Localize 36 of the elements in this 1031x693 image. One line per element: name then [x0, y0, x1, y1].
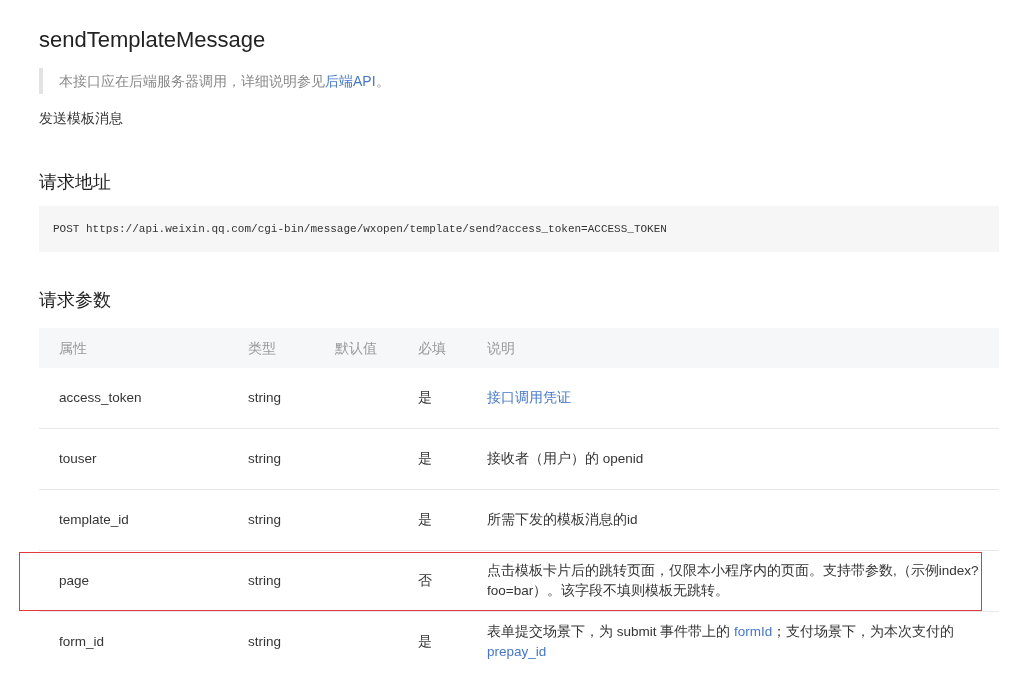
note-text: 。: [375, 73, 390, 89]
column-header: 类型: [247, 339, 276, 358]
link[interactable]: 接口调用凭证: [487, 390, 571, 405]
table-cell-text: 是: [417, 450, 432, 468]
column-header: 默认值: [334, 339, 377, 358]
table-cell-text: 是: [417, 389, 432, 407]
section-heading: 请求参数: [39, 289, 111, 312]
table-cell-text: 是: [417, 633, 432, 651]
description-text: ；支付场景下，为本次支付的: [772, 624, 955, 639]
table-cell-text: string: [247, 450, 281, 468]
table-cell-text: access_token: [58, 389, 142, 407]
column-header: 属性: [58, 339, 87, 358]
summary-text: 发送模板消息: [39, 109, 123, 128]
column-header: 说明: [486, 339, 515, 358]
note-text: 本接口应在后端服务器调用，详细说明参见: [59, 73, 325, 89]
table-cell-text: string: [247, 633, 281, 651]
table-cell-text: string: [247, 389, 281, 407]
description-text: 接收者（用户）的 openid: [487, 451, 644, 466]
description-text: 所需下发的模板消息的id: [487, 512, 638, 527]
link[interactable]: 后端API: [325, 73, 376, 89]
table-cell-text: template_id: [58, 511, 129, 529]
column-header: 必填: [417, 339, 446, 358]
table-cell-text: string: [247, 511, 281, 529]
table-cell-text: 否: [417, 572, 432, 590]
code-text: POST https://api.weixin.qq.com/cgi-bin/message/wxopen/template/send?access_token=ACCESS_TOKEN: [53, 223, 667, 235]
link[interactable]: prepay_id: [487, 644, 547, 659]
table-cell-text: page: [58, 572, 90, 590]
link[interactable]: formId: [734, 624, 773, 639]
table-cell-text: form_id: [58, 633, 104, 651]
table-cell-text: 是: [417, 511, 432, 529]
table-cell-text: touser: [58, 450, 97, 468]
page-title: sendTemplateMessage: [39, 26, 267, 54]
description-text: 表单提交场景下，为 submit 事件带上的: [487, 624, 732, 639]
section-heading: 请求地址: [39, 171, 111, 194]
description-text: 点击模板卡片后的跳转页面，仅限本小程序内的页面。支持带参数,（示例index?foo=bar）。该字段不填则模板无跳转。: [487, 563, 979, 598]
table-cell-text: string: [247, 572, 281, 590]
